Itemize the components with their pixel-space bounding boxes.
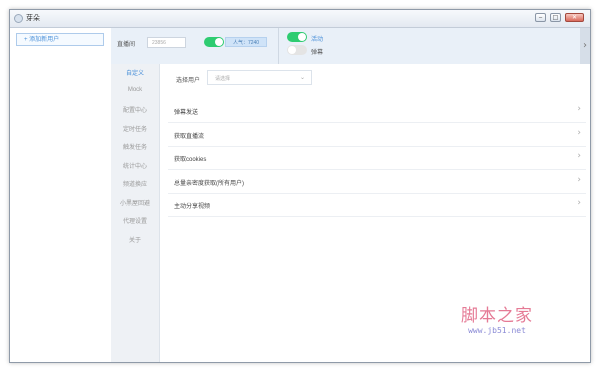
action-row-label: 获取直播流	[174, 133, 205, 140]
barrage-toggle[interactable]	[287, 45, 307, 55]
maximize-button[interactable]: □	[550, 13, 561, 22]
chevron-right-icon: ›	[577, 198, 581, 208]
minimize-button[interactable]: ‒	[535, 13, 546, 22]
watermark-url: www.jb51.net	[468, 326, 526, 335]
nav-item[interactable]: 代理设置	[111, 216, 159, 225]
room-id-input[interactable]: 23856	[147, 37, 186, 48]
barrage-label: 弹幕	[311, 50, 324, 56]
user-select[interactable]: 请选择 ⌄	[207, 70, 312, 85]
chevron-right-icon: ›	[577, 151, 581, 161]
nav-item[interactable]: 关于	[111, 235, 159, 244]
chevron-down-icon: ⌄	[299, 75, 305, 81]
action-row-label: 总量亲密度获取(所有用户)	[174, 180, 244, 187]
action-row[interactable]: 主动分享视频 ›	[168, 193, 586, 217]
chevron-right-icon: ›	[577, 104, 581, 114]
select-placeholder: 请选择	[215, 76, 231, 82]
action-row[interactable]: 弹幕发送 ›	[168, 99, 586, 123]
chevron-right-icon: ›	[577, 127, 581, 138]
nav-item[interactable]: 自定义	[111, 68, 159, 77]
nav-item[interactable]: 统计中心	[111, 161, 159, 170]
action-row-label: 主动分享视频	[174, 204, 211, 210]
watermark-text: 脚本之家	[461, 306, 533, 326]
action-row-label: 获取cookies	[174, 157, 207, 163]
live-room-bar: 直播间 23856 人气：7240 活动 弹幕 ›	[111, 28, 590, 65]
add-user-button[interactable]: + 添加新用户	[16, 33, 104, 46]
connect-toggle[interactable]	[204, 37, 224, 47]
close-button[interactable]: ✕	[565, 13, 584, 22]
chevron-right-icon: ›	[577, 174, 581, 185]
nav-item[interactable]: 定时任务	[111, 124, 159, 133]
select-user-label: 选择用户	[176, 78, 201, 84]
nav-item[interactable]: Mock	[111, 87, 159, 93]
room-label: 直播间	[117, 42, 136, 48]
window-title: 芽朵	[26, 15, 40, 22]
watermark: 脚本之家 www.jb51.net	[437, 301, 557, 335]
nav-item[interactable]: 触发任务	[111, 142, 159, 151]
app-icon	[14, 14, 23, 23]
function-nav: 自定义 Mock 配置中心定时任务触发任务统计中心频道换应小黑屋回避代理设置关于	[111, 64, 160, 362]
action-row[interactable]: 获取cookies ›	[168, 146, 586, 170]
live-label: 活动	[311, 37, 324, 43]
collapse-chevron-icon[interactable]: ›	[580, 28, 590, 64]
divider	[278, 28, 279, 64]
nav-item[interactable]: 小黑屋回避	[111, 198, 159, 207]
action-row-label: 弹幕发送	[174, 110, 199, 116]
popularity-badge: 人气：7240	[225, 37, 267, 47]
title-bar: 芽朵 ‒ □ ✕	[10, 10, 590, 28]
live-toggle[interactable]	[287, 32, 307, 42]
nav-item[interactable]: 频道换应	[111, 179, 159, 188]
nav-item[interactable]: 配置中心	[111, 105, 159, 114]
action-row[interactable]: 获取直播流 ›	[168, 123, 586, 147]
action-row[interactable]: 总量亲密度获取(所有用户) ›	[168, 170, 586, 194]
user-sidebar: + 添加新用户	[10, 28, 112, 362]
